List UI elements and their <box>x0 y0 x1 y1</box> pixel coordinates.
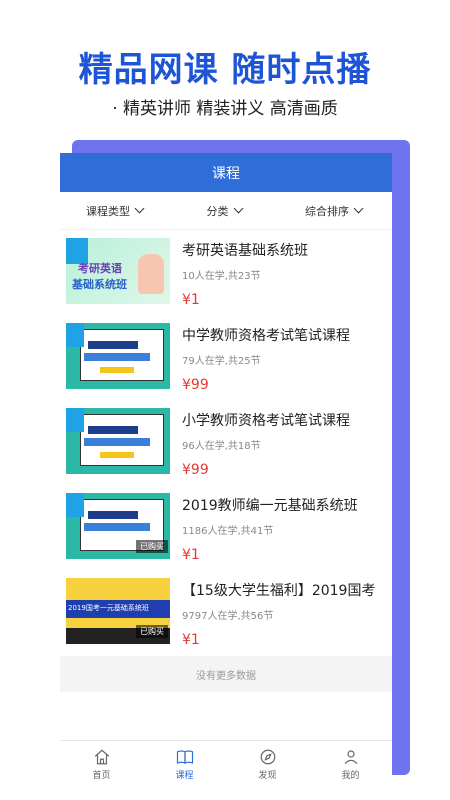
tab-courses[interactable]: 课程 <box>143 741 226 788</box>
course-item[interactable]: 考研英语 基础系统班 考研英语基础系统班 10人在学,共23节 ¥1 <box>60 230 392 315</box>
chevron-down-icon <box>134 203 145 214</box>
bottom-tab-bar: 首页 课程 发现 我的 <box>60 740 392 788</box>
thumbnail-line <box>84 438 150 446</box>
home-icon <box>94 749 109 765</box>
course-price: ¥1 <box>182 292 200 308</box>
course-price: ¥1 <box>182 632 200 648</box>
thumbnail-line <box>88 511 138 519</box>
compass-icon <box>260 749 275 765</box>
course-title: 中学教师资格考试笔试课程 <box>182 328 350 344</box>
course-meta: 10人在学,共23节 <box>182 271 261 282</box>
thumbnail-text: 基础系统班 <box>72 278 127 291</box>
filter-bar: 课程类型 分类 综合排序 <box>60 192 392 230</box>
promo-subline: · 精英讲师 精装讲义 高清画质 <box>112 99 338 119</box>
live-tag <box>66 493 84 517</box>
course-item[interactable]: 2019国考一元基础系统班 已购买 【15级大学生福利】2019国考 9797人… <box>60 570 392 655</box>
course-thumbnail: 2019国考一元基础系统班 已购买 <box>66 578 170 644</box>
course-title: 2019教师编一元基础系统班 <box>182 498 358 514</box>
filter-sort[interactable]: 综合排序 <box>305 203 364 219</box>
thumbnail-line <box>100 367 134 373</box>
course-meta: 79人在学,共25节 <box>182 356 261 367</box>
course-thumbnail <box>66 408 170 474</box>
filter-category[interactable]: 分类 <box>206 203 243 219</box>
course-price: ¥1 <box>182 547 200 563</box>
app-screen: 课程 课程类型 分类 综合排序 考研英语 基础系统班 考研英语基础系统班 10人… <box>60 153 392 788</box>
thumbnail-text: 2019国考一元基础系统班 <box>68 604 149 612</box>
header-bar: 课程 <box>60 153 392 192</box>
course-title: 【15级大学生福利】2019国考 <box>182 583 376 599</box>
tab-label: 发现 <box>258 771 277 781</box>
purchased-badge: 已购买 <box>136 625 168 638</box>
filter-label: 课程类型 <box>86 204 130 218</box>
no-more-data: 没有更多数据 <box>60 656 392 692</box>
course-meta: 96人在学,共18节 <box>182 441 261 452</box>
course-meta: 1186人在学,共41节 <box>182 526 274 537</box>
live-tag <box>66 323 84 347</box>
chevron-down-icon <box>353 203 364 214</box>
course-meta: 9797人在学,共56节 <box>182 611 274 622</box>
thumbnail-line <box>84 353 150 361</box>
course-thumbnail <box>66 323 170 389</box>
page-title: 课程 <box>212 165 240 182</box>
filter-label: 综合排序 <box>305 204 349 218</box>
filter-label: 分类 <box>206 204 229 218</box>
course-title: 小学教师资格考试笔试课程 <box>182 413 350 429</box>
purchased-badge: 已购买 <box>136 540 168 553</box>
live-tag <box>66 408 84 432</box>
thumbnail-text: 考研英语 <box>78 262 122 275</box>
filter-course-type[interactable]: 课程类型 <box>86 203 145 219</box>
tab-label: 首页 <box>92 771 111 781</box>
course-thumbnail: 已购买 <box>66 493 170 559</box>
chevron-down-icon <box>233 203 243 214</box>
promo-headline: 精品网课 随时点播 <box>78 50 372 90</box>
course-thumbnail: 考研英语 基础系统班 <box>66 238 170 304</box>
tab-label: 课程 <box>175 771 194 781</box>
thumbnail-line <box>88 426 138 434</box>
course-price: ¥99 <box>182 462 209 478</box>
user-icon <box>344 750 357 765</box>
course-price: ¥99 <box>182 377 209 393</box>
thumbnail-line <box>84 523 150 531</box>
book-icon <box>176 750 193 764</box>
tab-mine[interactable]: 我的 <box>309 741 392 788</box>
tab-label: 我的 <box>341 771 360 781</box>
person-illustration <box>138 254 164 294</box>
course-title: 考研英语基础系统班 <box>182 243 308 259</box>
course-item[interactable]: 中学教师资格考试笔试课程 79人在学,共25节 ¥99 <box>60 315 392 400</box>
course-item[interactable]: 小学教师资格考试笔试课程 96人在学,共18节 ¥99 <box>60 400 392 485</box>
thumbnail-line <box>88 341 138 349</box>
tab-discover[interactable]: 发现 <box>226 741 309 788</box>
thumbnail-line <box>100 452 134 458</box>
tab-home[interactable]: 首页 <box>60 741 143 788</box>
course-item[interactable]: 已购买 2019教师编一元基础系统班 1186人在学,共41节 ¥1 <box>60 485 392 570</box>
